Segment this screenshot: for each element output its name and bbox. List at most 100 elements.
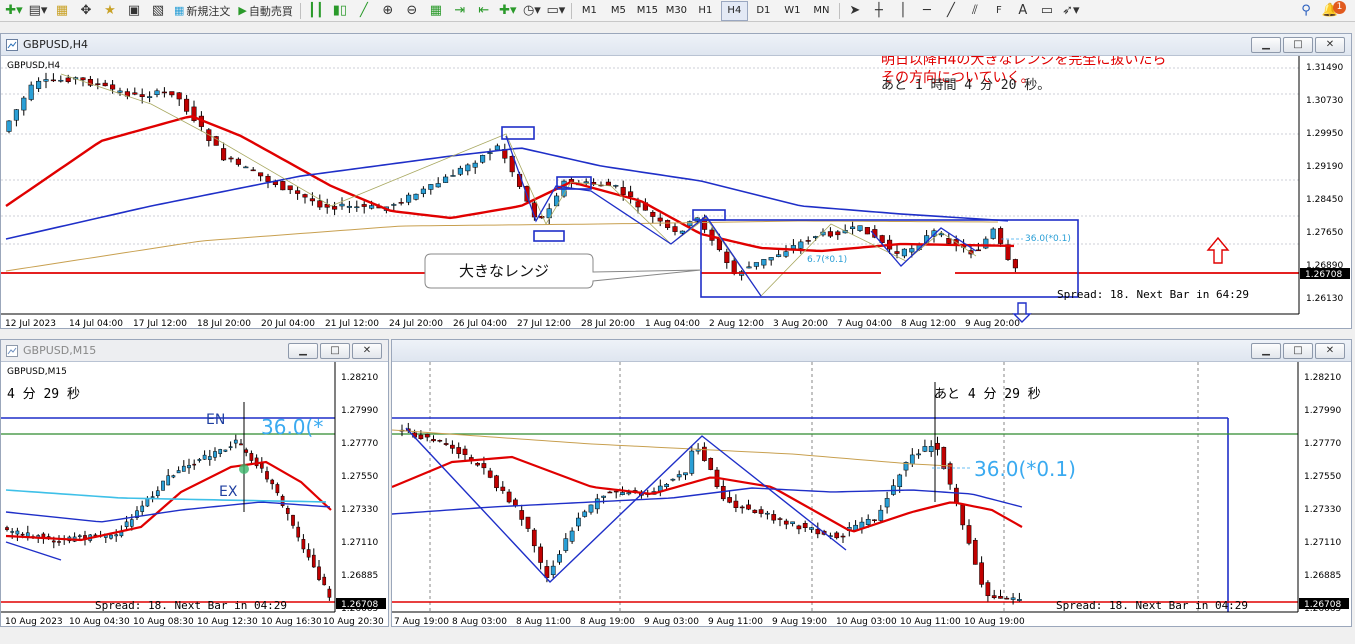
auto-scroll-icon[interactable]: ⇥ [449, 1, 471, 21]
h4-range-box [700, 219, 1079, 298]
candle-body [802, 523, 808, 528]
zoom-out-icon[interactable]: ⊖ [401, 1, 423, 21]
h4-price-tick: 1.29190 [1306, 162, 1343, 172]
text-label-icon[interactable]: ▭ [1036, 1, 1058, 21]
minimize-button[interactable]: ▁ [1251, 343, 1281, 359]
timeframe-mn[interactable]: MN [808, 1, 835, 21]
search-icon[interactable]: ⚲ [1295, 1, 1317, 21]
candle-body [665, 220, 671, 228]
close-button[interactable]: ✕ [352, 343, 382, 359]
candle-chart-icon[interactable]: ▮▯ [329, 1, 351, 21]
market-watch-icon[interactable]: ▦ [51, 1, 73, 21]
m15-small-symbol-label: GBPUSD,M15 [7, 367, 67, 377]
candle-body [975, 249, 981, 252]
chart-window-gbpusd-m15[interactable]: GBPUSD,M15 ▁ □ ✕ 1.28210 1.27990 1.27770… [0, 339, 389, 627]
candle-body [1004, 597, 1010, 600]
close-button[interactable]: ✕ [1315, 37, 1345, 53]
new-chart-icon[interactable]: ✚▾ [3, 1, 25, 21]
timeframe-h1[interactable]: H1 [692, 1, 719, 21]
data-window-icon[interactable]: ▣ [123, 1, 145, 21]
bar-chart-icon[interactable]: ┃┃ [305, 1, 327, 21]
window-titlebar[interactable]: GBPUSD,M15 ▁ □ ✕ [1, 340, 388, 362]
favorites-icon[interactable]: ★ [99, 1, 121, 21]
candle-body [753, 262, 759, 267]
h4-time-tick: 18 Jul 20:00 [197, 319, 251, 328]
candle-body [435, 183, 441, 188]
candle-body [462, 448, 468, 455]
h4-time-tick: 9 Aug 20:00 [965, 319, 1020, 328]
m15-large-time-tick: 10 Aug 19:00 [964, 617, 1025, 626]
timeframe-w1[interactable]: W1 [779, 1, 806, 21]
candle-body [332, 206, 338, 210]
h4-gridlines [1, 67, 1299, 245]
line-chart-icon[interactable]: ╱ [353, 1, 375, 21]
fibonacci-icon[interactable]: F [988, 1, 1010, 21]
m15-small-chart-svg[interactable]: 1.28210 1.27990 1.27770 1.27550 1.27330 … [1, 362, 388, 626]
candle-body [834, 532, 840, 539]
m15-large-time-tick: 9 Aug 11:00 [708, 617, 763, 626]
m15-small-chart-area[interactable]: 1.28210 1.27990 1.27770 1.27550 1.27330 … [1, 362, 388, 626]
maximize-button[interactable]: □ [1283, 343, 1313, 359]
minimize-button[interactable]: ▁ [288, 343, 318, 359]
candle-body [161, 91, 167, 94]
crosshair-move-icon[interactable]: ✥ [75, 1, 97, 21]
indicators-icon[interactable]: ✚▾ [497, 1, 519, 21]
periods-icon[interactable]: ◷▾ [521, 1, 543, 21]
horizontal-line-icon[interactable]: ─ [916, 1, 938, 21]
strategy-tester-icon[interactable]: ▧ [147, 1, 169, 21]
candle-body [249, 453, 254, 461]
close-button[interactable]: ✕ [1315, 343, 1345, 359]
candle-body [783, 251, 789, 257]
m15-small-fib-label: 36.0(* [261, 415, 323, 439]
cursor-icon[interactable]: ➤ [844, 1, 866, 21]
vertical-line-icon[interactable]: │ [892, 1, 914, 21]
candle-body [872, 519, 877, 521]
timeframe-m5[interactable]: M5 [605, 1, 632, 21]
text-tool-icon[interactable]: A [1012, 1, 1034, 21]
arrow-up-icon [1206, 236, 1230, 264]
m15-small-entry-marker [239, 464, 249, 474]
timeframe-m15[interactable]: M15 [634, 1, 661, 21]
candle-body [815, 528, 821, 535]
candle-body [664, 484, 669, 488]
h4-time-tick: 14 Jul 04:00 [69, 319, 123, 328]
candle-body [827, 231, 833, 237]
timeframe-h4[interactable]: H4 [720, 0, 748, 21]
candle-body [10, 531, 15, 533]
templates-icon[interactable]: ▭▾ [545, 1, 567, 21]
notifications-icon[interactable]: 🔔 1 [1319, 0, 1346, 21]
maximize-button[interactable]: □ [1283, 37, 1313, 53]
trendline-icon[interactable]: ╱ [940, 1, 962, 21]
arrows-icon[interactable]: ➶▾ [1060, 1, 1082, 21]
m15-large-chart-area[interactable]: 1.28210 1.27990 1.27770 1.27550 1.27330 … [392, 362, 1351, 626]
equidistant-channel-icon[interactable]: ⫽ [964, 1, 986, 21]
h4-time-tick: 3 Aug 20:00 [773, 319, 828, 328]
chart-window-gbpusd-m15-large[interactable]: ▁ □ ✕ 1.28210 1.27990 1.27770 1.27550 1.… [391, 339, 1352, 627]
timeframe-d1[interactable]: D1 [750, 1, 777, 21]
timeframe-m30[interactable]: M30 [663, 1, 690, 21]
window-titlebar[interactable]: ▁ □ ✕ [392, 340, 1351, 362]
chart-shift-icon[interactable]: ⇤ [473, 1, 495, 21]
maximize-button[interactable]: □ [320, 343, 350, 359]
timeframe-m1[interactable]: M1 [576, 1, 603, 21]
candle-body [990, 228, 996, 239]
new-order-button[interactable]: ▦ 新規注文 [171, 1, 233, 21]
crosshair-icon[interactable]: ┼ [868, 1, 890, 21]
candle-body [456, 447, 462, 454]
candle-body [150, 496, 155, 498]
new-order-label: 新規注文 [186, 4, 231, 18]
minimize-button[interactable]: ▁ [1251, 37, 1281, 53]
candle-body [228, 157, 234, 160]
profiles-icon[interactable]: ▤▾ [27, 1, 49, 21]
h4-chart-area[interactable]: 1.31490 1.30730 1.29950 1.29190 1.28450 … [1, 56, 1351, 328]
candle-body [620, 187, 626, 195]
candle-body [275, 484, 280, 494]
zoom-in-icon[interactable]: ⊕ [377, 1, 399, 21]
tile-windows-icon[interactable]: ▦ [425, 1, 447, 21]
window-titlebar[interactable]: GBPUSD,H4 ▁ □ ✕ [1, 34, 1351, 56]
candle-body [601, 495, 606, 498]
h4-chart-svg[interactable]: 1.31490 1.30730 1.29950 1.29190 1.28450 … [1, 56, 1351, 328]
m15-large-chart-svg[interactable]: 1.28210 1.27990 1.27770 1.27550 1.27330 … [392, 362, 1351, 626]
auto-trade-button[interactable]: ▶ 自動売買 [235, 1, 295, 21]
chart-window-gbpusd-h4[interactable]: GBPUSD,H4 ▁ □ ✕ 1.31490 1.30730 1.29950 … [0, 33, 1352, 329]
